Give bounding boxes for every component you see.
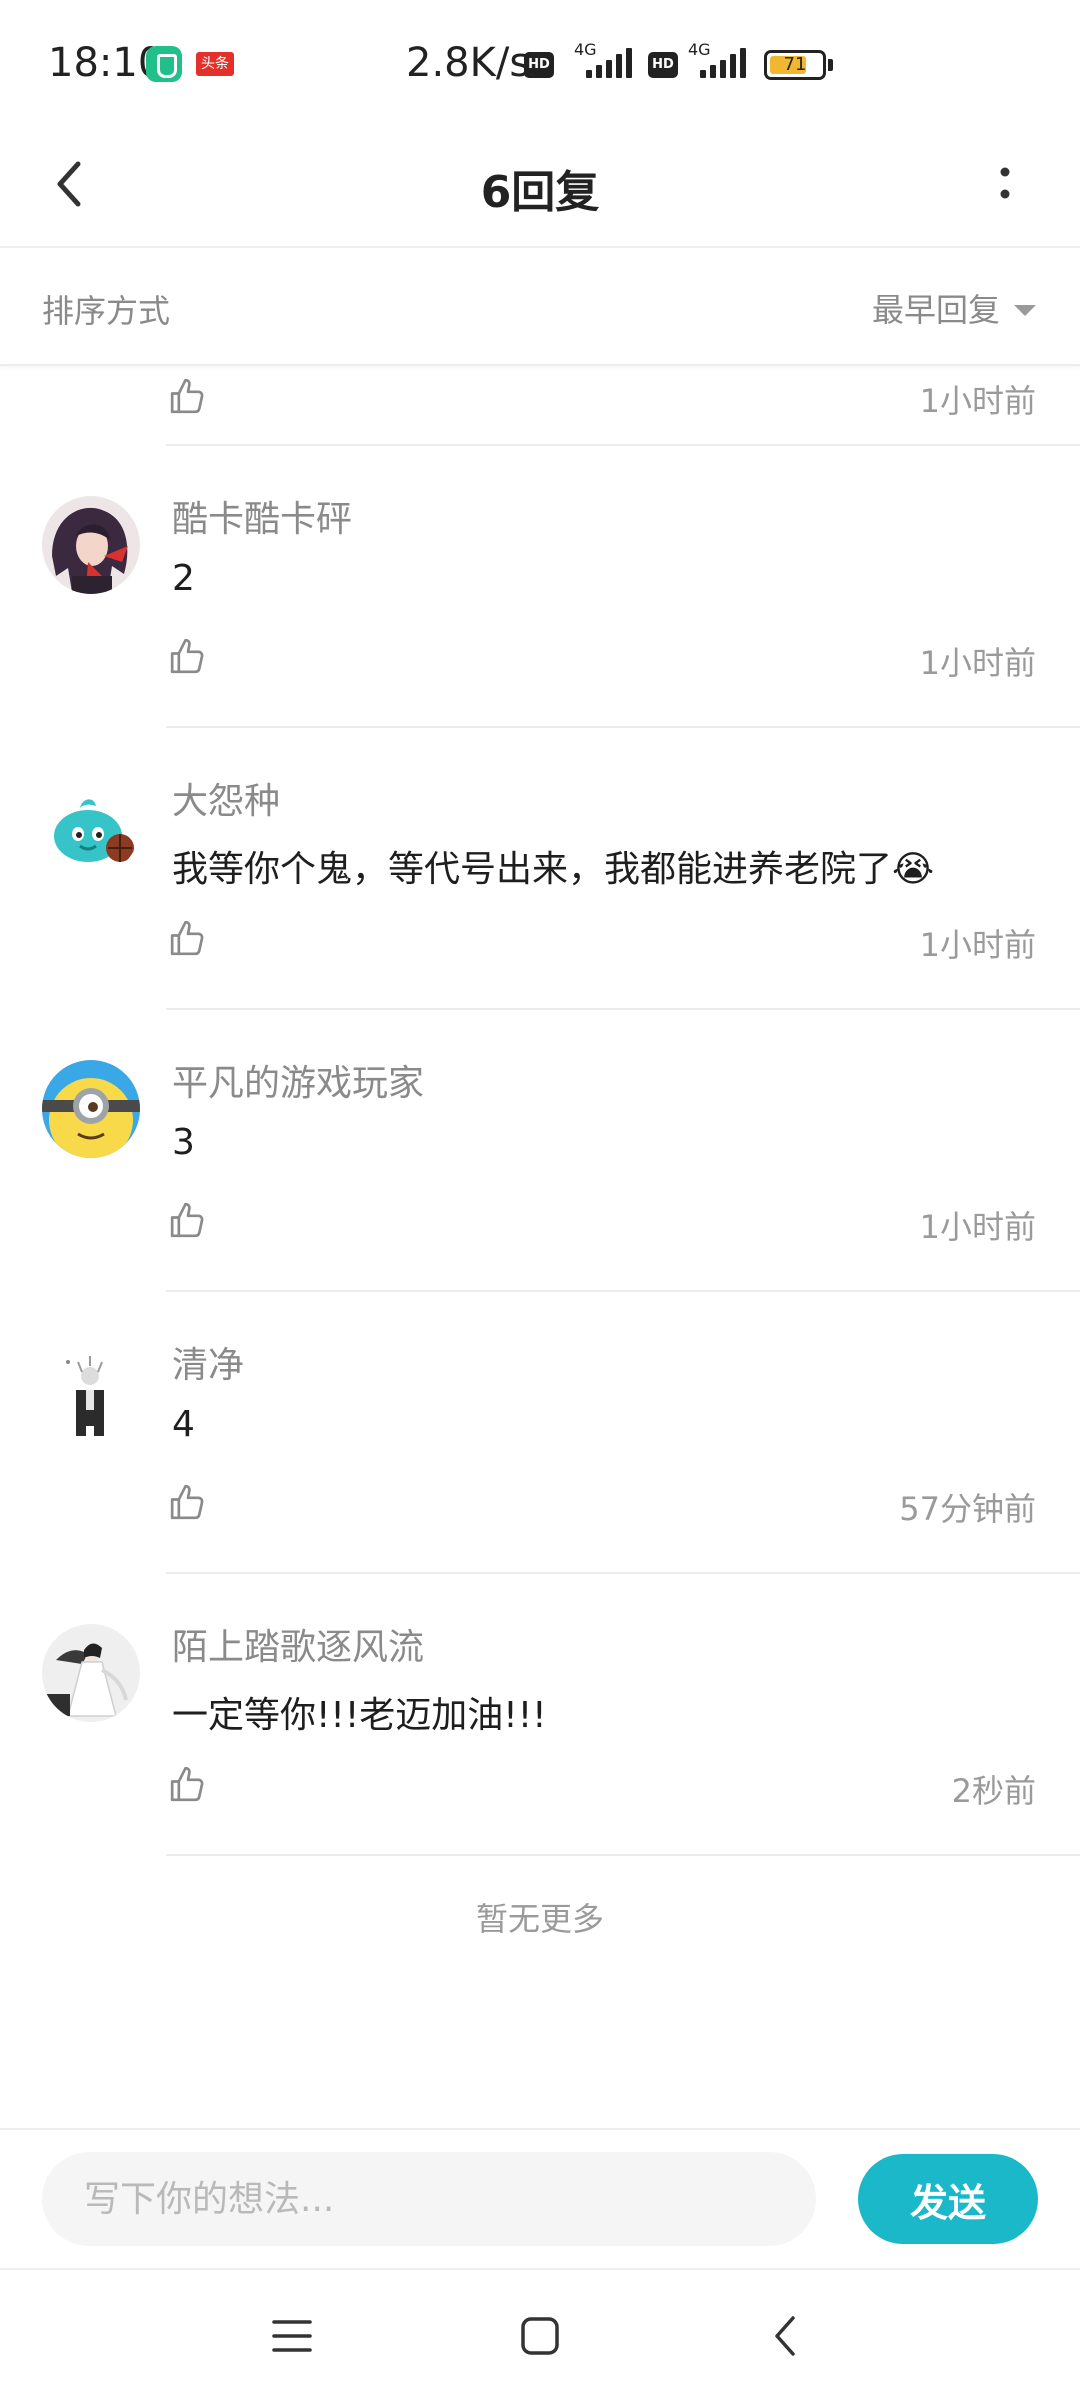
signal-strength-icon (700, 48, 752, 78)
avatar[interactable] (42, 1060, 140, 1158)
security-shield-icon (146, 46, 182, 82)
like-button[interactable] (164, 372, 212, 420)
avatar-image (42, 1060, 140, 1158)
avatar[interactable] (42, 496, 140, 594)
thumbs-up-icon (170, 638, 204, 674)
avatar-image (42, 778, 140, 876)
list-item: 大怨种 我等你个鬼，等代号出来，我都能进养老院了😭 1小时前 (0, 728, 1080, 1010)
sort-bar: 排序方式 最早回复 (0, 250, 1080, 366)
list-item: 陌上踏歌逐风流 一定等你!!!老迈加油!!! 2秒前 (0, 1574, 1080, 1856)
avatar[interactable] (42, 1624, 140, 1722)
system-nav-bar (0, 2268, 1080, 2400)
avatar[interactable] (42, 1342, 140, 1440)
avatar-image (42, 1624, 140, 1722)
username[interactable]: 酷卡酷卡砰 (172, 490, 352, 542)
reply-content: 我等你个鬼，等代号出来，我都能进养老院了😭 (172, 849, 935, 890)
top-app-bar: 6回复 (0, 128, 1080, 248)
reply-time: 1小时前 (919, 644, 1036, 682)
hd-icon: HD (524, 52, 554, 78)
battery-tip (828, 59, 833, 71)
network-speed: 2.8K/s (406, 40, 531, 86)
thumbs-up-icon (170, 920, 204, 956)
list-item: 清净 4 57分钟前 (0, 1292, 1080, 1574)
like-button[interactable] (164, 1760, 212, 1808)
avatar-image (42, 1342, 140, 1440)
reply-time: 1小时前 (919, 1208, 1036, 1246)
back-icon (775, 2316, 795, 2356)
thumbs-up-icon (170, 378, 204, 414)
avatar[interactable] (42, 778, 140, 876)
list-item: 酷卡酷卡砰 2 1小时前 (0, 446, 1080, 728)
reply-content: 4 (172, 1404, 195, 1445)
page-title: 6回复 (480, 167, 600, 218)
like-button[interactable] (164, 1478, 212, 1526)
toutiao-app-icon: 头条 (196, 52, 234, 76)
thumbs-up-icon (170, 1202, 204, 1238)
list-item: 1小时前 (0, 368, 1080, 446)
reply-time: 1小时前 (919, 382, 1036, 420)
send-button[interactable]: 发送 (858, 2154, 1038, 2244)
reply-content: 3 (172, 1122, 195, 1163)
reply-composer: 发送 (0, 2128, 1080, 2268)
more-vertical-icon (1000, 167, 1010, 199)
status-bar: 18:10 头条 2.8K/s HD 4G HD 4G 71 (0, 0, 1080, 128)
nav-home-button[interactable] (500, 2296, 580, 2376)
username[interactable]: 大怨种 (172, 772, 280, 824)
no-more-label: 暂无更多 (475, 1900, 604, 1938)
username[interactable]: 陌上踏歌逐风流 (172, 1618, 424, 1670)
username[interactable]: 清净 (172, 1336, 244, 1388)
battery-icon: 71 (764, 50, 826, 80)
reply-input[interactable] (42, 2152, 816, 2246)
sort-dropdown[interactable]: 最早回复 (872, 280, 1036, 336)
reply-time: 2秒前 (951, 1772, 1036, 1810)
signal-strength-icon (586, 48, 638, 78)
nav-back-button[interactable] (746, 2296, 826, 2376)
sort-label: 排序方式 (42, 292, 171, 330)
like-button[interactable] (164, 632, 212, 680)
nav-menu-button[interactable] (252, 2296, 332, 2376)
list-item: 平凡的游戏玩家 3 1小时前 (0, 1010, 1080, 1292)
battery-level: 71 (783, 54, 807, 75)
reply-time: 1小时前 (919, 926, 1036, 964)
username[interactable]: 平凡的游戏玩家 (172, 1054, 424, 1106)
caret-down-icon (1014, 304, 1036, 316)
reply-list[interactable]: 1小时前 酷卡酷卡砰 2 1小时前 大怨种 我等你个鬼，等代号出来，我都能进养老… (0, 368, 1080, 2128)
more-options-button[interactable] (970, 144, 1040, 224)
sort-selected-value: 最早回复 (871, 291, 1000, 329)
like-button[interactable] (164, 914, 212, 962)
thumbs-up-icon (170, 1766, 204, 1802)
avatar-image (42, 496, 140, 594)
reply-time: 57分钟前 (899, 1490, 1036, 1528)
thumbs-up-icon (170, 1484, 204, 1520)
like-button[interactable] (164, 1196, 212, 1244)
hd-icon: HD (648, 52, 678, 78)
home-square-icon (521, 2317, 559, 2355)
reply-content: 2 (172, 558, 195, 599)
menu-icon (272, 2320, 312, 2352)
reply-content: 一定等你!!!老迈加油!!! (172, 1695, 547, 1736)
divider (166, 1854, 1080, 1856)
